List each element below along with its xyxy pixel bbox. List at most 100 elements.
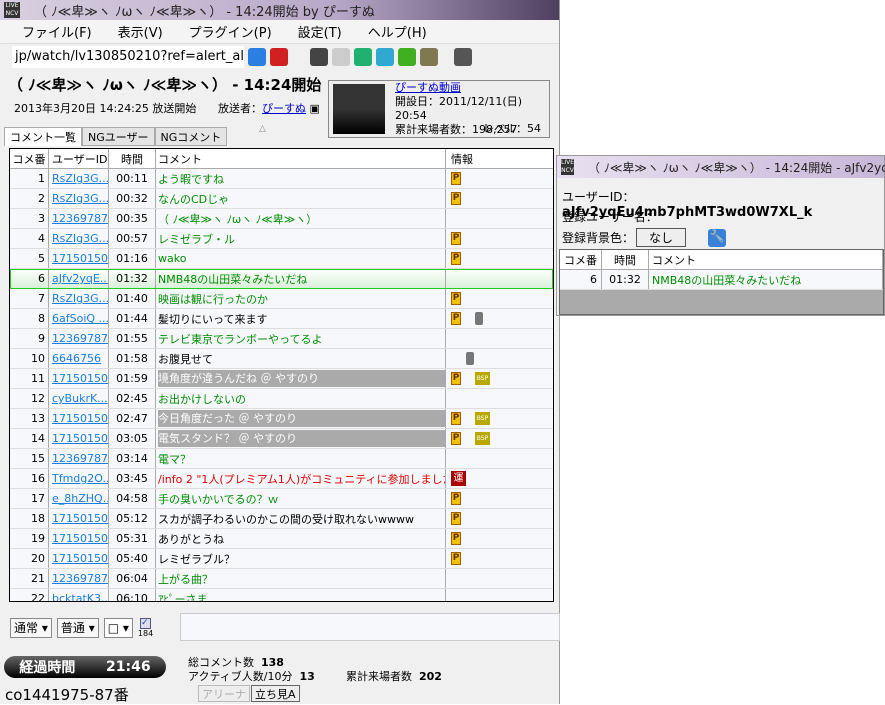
col-time[interactable]: 時間: [109, 149, 156, 168]
row-comment: スカが調子わるいのかこの間の受け取れないwwww: [156, 509, 446, 528]
menu-file[interactable]: ファイル(F): [22, 22, 92, 41]
table-row[interactable]: 1 RsZIg3G... 00:11 よう暇ですね P: [10, 169, 553, 189]
community-opened: 開設日：2011/12/11(日) 20:54: [395, 95, 522, 122]
collapse-icon[interactable]: △: [259, 124, 266, 134]
table-row[interactable]: 14 17150150 03:05 電気スタンド？ ＠ やすのり P BSP: [10, 429, 553, 449]
user-id-link[interactable]: 6afSoiQ ...: [52, 312, 108, 325]
user-col-num[interactable]: コメ番: [560, 250, 602, 269]
tab-ng-users[interactable]: NGユーザー: [82, 127, 155, 146]
bg-color-value[interactable]: なし: [636, 228, 687, 247]
user-id-link[interactable]: RsZIg3G...: [52, 172, 108, 185]
wrench-icon[interactable]: 🔧: [708, 228, 727, 247]
connect-icon[interactable]: [248, 48, 266, 66]
col-user[interactable]: ユーザーID: [49, 149, 109, 168]
view-icon[interactable]: [310, 48, 328, 66]
tab-comments[interactable]: コメント一覧: [4, 127, 82, 146]
table-row[interactable]: 18 17150150 05:12 スカが調子わるいのかこの間の受け取れないww…: [10, 509, 553, 529]
user-col-time[interactable]: 時間: [602, 250, 649, 269]
table-row[interactable]: 10 6646756 01:58 お腹見せて: [10, 349, 553, 369]
user-id-link[interactable]: Tfmdg2O...: [52, 472, 108, 485]
table-row[interactable]: 11 17150150 01:59 境角度が違うんだね ＠ やすのり P BSP: [10, 369, 553, 389]
col-info[interactable]: 情報: [446, 149, 553, 168]
row-num: 18: [10, 509, 49, 528]
disconnect-icon[interactable]: [270, 48, 288, 66]
bsp-icon: BSP: [475, 412, 490, 425]
table-row[interactable]: 8 6afSoiQ ... 01:44 髪切りにいって来ます P: [10, 309, 553, 329]
command-value: 通常: [14, 621, 39, 635]
table-row[interactable]: 19 17150150 05:31 ありがとうね P: [10, 529, 553, 549]
user-id-link[interactable]: 6646756: [52, 352, 101, 365]
user-id-link[interactable]: RsZIg3G...: [52, 232, 108, 245]
user-id-link[interactable]: e_8hZHQ...: [52, 492, 108, 505]
user-id-link[interactable]: cyBukrK...: [52, 392, 108, 405]
color-select[interactable]: □ ▾: [103, 618, 133, 638]
row-info: P BSP: [446, 429, 553, 448]
user-id-link[interactable]: 17150150: [52, 532, 108, 545]
row-comment: レミゼラブ・ル: [156, 229, 446, 248]
upload-icon[interactable]: [332, 48, 350, 66]
table-row[interactable]: 17 e_8hZHQ... 04:58 手の臭いかいでるの？ｗ P: [10, 489, 553, 509]
command-select[interactable]: 通常 ▾: [10, 618, 52, 638]
plugin-add-icon[interactable]: [454, 48, 472, 66]
user-id-link[interactable]: 12369787: [52, 452, 108, 465]
col-comment[interactable]: コメント: [156, 149, 446, 168]
row-comment: 髪切りにいって来ます: [156, 309, 446, 328]
table-row[interactable]: 16 Tfmdg2O... 03:45 /info 2 "1人(プレミアム1人)…: [10, 469, 553, 489]
table-row[interactable]: 13 17150150 02:47 今日角度だった ＠ やすのり P BSP: [10, 409, 553, 429]
user-col-comment[interactable]: コメント: [649, 250, 883, 269]
table-row[interactable]: 12 cyBukrK... 02:45 お出かけしないの: [10, 389, 553, 409]
col-num[interactable]: コメ番: [10, 149, 49, 168]
table-row[interactable]: 22 bcktatK3... 06:10 ｱﾋﾟーさま: [10, 589, 553, 601]
comment-input[interactable]: [180, 613, 560, 641]
row-time: 00:35: [109, 209, 156, 228]
broadcaster-link[interactable]: ぴーすぬ: [262, 102, 306, 115]
comment-text: 電マ？: [158, 452, 191, 466]
row-time: 01:59: [109, 369, 156, 388]
anon-checkbox[interactable]: ✓ 184: [138, 618, 153, 638]
table-row[interactable]: 15 12369787 03:14 電マ？: [10, 449, 553, 469]
row-comment: 映画は観に行ったのか: [156, 289, 446, 308]
menu-plugin[interactable]: プラグイン(P): [189, 22, 272, 41]
speech-on-icon[interactable]: [398, 48, 416, 66]
user-id-link[interactable]: bcktatK3...: [52, 592, 108, 601]
user-id-link[interactable]: 17150150: [52, 252, 108, 265]
table-row[interactable]: 2 RsZIg3G... 00:32 なんのCDじゃ P: [10, 189, 553, 209]
user-id-link[interactable]: 17150150: [52, 432, 108, 445]
elapsed-value: 21:46: [106, 659, 151, 675]
table-row[interactable]: 20 17150150 05:40 レミゼラブル？ P: [10, 549, 553, 569]
user-id-link[interactable]: 12369787: [52, 212, 108, 225]
table-row[interactable]: 3 12369787 00:35 （ ﾉ≪卑≫ヽ ﾉωヽ ﾉ≪卑≫ヽ）: [10, 209, 553, 229]
user-id-link[interactable]: 17150150: [52, 512, 108, 525]
user-table-row[interactable]: 6 01:32 NMB48の山田菜々みたいだね: [560, 270, 883, 290]
user-id-link[interactable]: 12369787: [52, 572, 108, 585]
menu-settings[interactable]: 設定(T): [298, 22, 342, 41]
table-row[interactable]: 5 17150150 01:16 wako P: [10, 249, 553, 269]
standing-button[interactable]: 立ち見A: [251, 685, 300, 702]
table-row[interactable]: 21 12369787 06:04 上がる曲？: [10, 569, 553, 589]
table-row[interactable]: 4 RsZIg3G... 00:57 レミゼラブ・ル P: [10, 229, 553, 249]
arena-button[interactable]: アリーナ: [198, 685, 250, 702]
user-id-link[interactable]: 17150150: [52, 552, 108, 565]
url-input[interactable]: jp/watch/lv130850210?ref=alert_alert: [12, 46, 244, 68]
user-id-link[interactable]: 17150150: [52, 372, 108, 385]
user-id-link[interactable]: 12369787: [52, 332, 108, 345]
users-icon[interactable]: [376, 48, 394, 66]
table-row[interactable]: 7 RsZIg3G... 01:40 映画は観に行ったのか P: [10, 289, 553, 309]
row-info: P: [446, 249, 553, 268]
user-id-link[interactable]: RsZIg3G...: [52, 292, 108, 305]
community-link[interactable]: ぴーすぬ動画: [395, 81, 461, 94]
user-id-link[interactable]: RsZIg3G...: [52, 192, 108, 205]
table-row[interactable]: 9 12369787 01:55 テレビ東京でランボーやってるよ: [10, 329, 553, 349]
menu-view[interactable]: 表示(V): [118, 22, 163, 41]
menu-help[interactable]: ヘルプ(H): [368, 22, 427, 41]
row-time: 01:58: [109, 349, 156, 368]
table-row[interactable]: 6 aJfv2yqE... 01:32 NMB48の山田菜々みたいだね: [10, 269, 553, 289]
user-id-link[interactable]: aJfv2yqE...: [52, 272, 108, 285]
gear-icon[interactable]: [420, 48, 438, 66]
row-num: 6: [10, 269, 49, 288]
size-select[interactable]: 普通 ▾: [56, 618, 99, 638]
tab-ng-comments[interactable]: NGコメント: [154, 127, 228, 146]
row-user: 17150150: [49, 429, 109, 448]
user-id-link[interactable]: 17150150: [52, 412, 108, 425]
user-icon[interactable]: [354, 48, 372, 66]
